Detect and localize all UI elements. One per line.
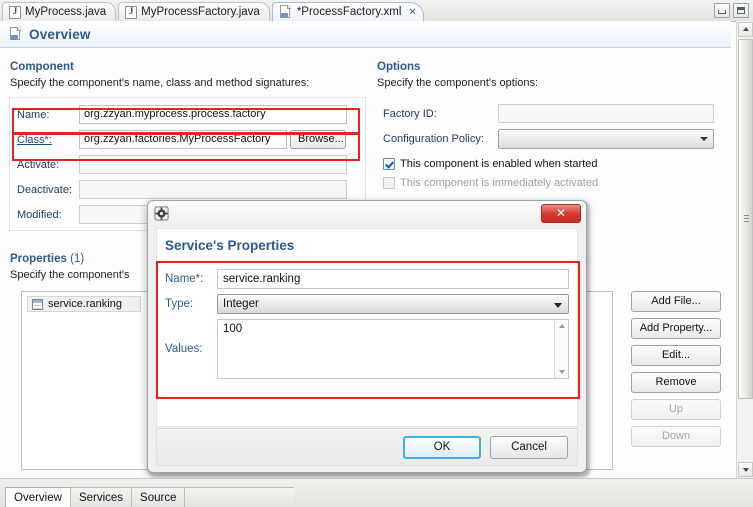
checkbox-enabled-when-started[interactable]: This component is enabled when started bbox=[383, 156, 714, 172]
dialog-values-row: Values: 100 bbox=[165, 319, 569, 379]
editor-tab-strip: MyProcess.java MyProcessFactory.java *Pr… bbox=[0, 0, 753, 22]
checkbox-icon bbox=[383, 177, 395, 189]
scrollbar-thumb[interactable] bbox=[738, 39, 753, 399]
configuration-policy-row: Configuration Policy: bbox=[383, 128, 714, 149]
component-name-input[interactable]: org.zzyan.myprocess.process.factory bbox=[79, 105, 347, 124]
window-controls bbox=[714, 3, 749, 18]
editor-tab-myprocess-java[interactable]: MyProcess.java bbox=[2, 2, 117, 21]
component-deactivate-row: Deactivate: bbox=[17, 179, 358, 200]
properties-buttons: Add File... Add Property... Edit... Remo… bbox=[631, 291, 721, 447]
property-icon bbox=[32, 298, 43, 310]
scroll-up-icon[interactable] bbox=[738, 22, 753, 37]
dialog-type-select[interactable]: Integer bbox=[217, 294, 569, 314]
component-activate-input[interactable] bbox=[79, 155, 347, 174]
move-down-button[interactable]: Down bbox=[631, 426, 721, 447]
java-file-icon bbox=[9, 5, 21, 19]
tab-overview[interactable]: Overview bbox=[5, 487, 71, 507]
vertical-scrollbar[interactable] bbox=[736, 21, 753, 478]
editor-tabs: MyProcess.java MyProcessFactory.java *Pr… bbox=[2, 0, 426, 21]
configuration-policy-label: Configuration Policy: bbox=[383, 132, 484, 145]
chevron-down-icon bbox=[700, 136, 708, 141]
form-header: Overview bbox=[0, 21, 731, 48]
checkbox-immediately-activated[interactable]: This component is immediately activated bbox=[383, 175, 714, 191]
maximize-icon[interactable] bbox=[733, 3, 749, 18]
eclipse-editor-window: MyProcess.java MyProcessFactory.java *Pr… bbox=[0, 0, 753, 507]
options-section-title: Options bbox=[377, 61, 421, 73]
component-name-label: Name: bbox=[17, 108, 50, 121]
checkbox-label: This component is immediately activated bbox=[400, 177, 599, 189]
ok-button[interactable]: OK bbox=[403, 435, 481, 459]
dialog-close-button[interactable]: ✕ bbox=[541, 204, 581, 223]
editor-tab-label: MyProcess.java bbox=[25, 6, 107, 18]
close-icon[interactable]: ✕ bbox=[408, 7, 416, 18]
dialog-name-row: Name*: service.ranking bbox=[165, 269, 569, 289]
component-activate-label: Activate: bbox=[17, 158, 60, 171]
dialog-type-value: Integer bbox=[223, 298, 259, 310]
xml-file-icon bbox=[279, 5, 293, 19]
minimize-icon[interactable] bbox=[714, 3, 730, 18]
service-properties-dialog: ✕ Service's Properties Name*: service.ra… bbox=[147, 200, 587, 473]
edit-button[interactable]: Edit... bbox=[631, 345, 721, 366]
add-property-button[interactable]: Add Property... bbox=[631, 318, 721, 339]
dialog-values-text: 100 bbox=[223, 323, 243, 335]
component-modified-label: Modified: bbox=[17, 208, 62, 221]
component-deactivate-label: Deactivate: bbox=[17, 183, 73, 196]
component-class-row: Class*: org.zzyan.factories.MyProcessFac… bbox=[17, 129, 358, 150]
cancel-button[interactable]: Cancel bbox=[490, 435, 568, 459]
component-deactivate-input[interactable] bbox=[79, 180, 347, 199]
factory-id-label: Factory ID: bbox=[383, 107, 437, 120]
page-tab-strip: Overview Services Source bbox=[0, 478, 753, 507]
options-section-description: Specify the component's options: bbox=[377, 77, 539, 89]
scroll-down-icon[interactable] bbox=[558, 370, 565, 374]
list-item[interactable]: service.ranking bbox=[27, 296, 141, 312]
dialog-type-row: Type: Integer bbox=[165, 294, 569, 314]
dialog-body: Name*: service.ranking Type: Integer Val… bbox=[156, 262, 578, 398]
component-class-label[interactable]: Class*: bbox=[17, 134, 79, 146]
chevron-down-icon bbox=[554, 303, 562, 308]
dialog-name-input[interactable]: service.ranking bbox=[217, 269, 569, 289]
component-section-title: Component bbox=[10, 61, 74, 73]
dialog-title-bar: ✕ bbox=[148, 201, 586, 227]
options-section: Options Specify the component's options:… bbox=[376, 61, 721, 200]
editor-tab-label: MyProcessFactory.java bbox=[141, 6, 260, 18]
dialog-values-label: Values: bbox=[165, 343, 203, 355]
scroll-down-icon[interactable] bbox=[738, 462, 753, 477]
add-file-button[interactable]: Add File... bbox=[631, 291, 721, 312]
dialog-heading-area: Service's Properties bbox=[156, 228, 578, 262]
browse-button[interactable]: Browse... bbox=[290, 130, 346, 149]
overview-page-icon bbox=[9, 27, 23, 41]
list-item-label: service.ranking bbox=[48, 298, 122, 310]
editor-tab-label: *ProcessFactory.xml bbox=[296, 6, 402, 18]
gear-icon bbox=[154, 206, 169, 221]
dialog-type-label: Type: bbox=[165, 298, 194, 310]
dialog-name-label: Name*: bbox=[165, 273, 204, 285]
values-scrollbar[interactable] bbox=[554, 320, 568, 378]
dialog-heading: Service's Properties bbox=[165, 238, 295, 253]
close-icon: ✕ bbox=[555, 206, 567, 220]
factory-id-row: Factory ID: bbox=[383, 103, 714, 124]
dialog-spacer bbox=[156, 398, 578, 427]
move-up-button[interactable]: Up bbox=[631, 399, 721, 420]
factory-id-input[interactable] bbox=[498, 104, 714, 123]
dialog-values-textarea[interactable]: 100 bbox=[217, 319, 569, 379]
tab-strip-filler bbox=[184, 487, 295, 507]
component-section-description: Specify the component's name, class and … bbox=[10, 77, 310, 89]
scroll-up-icon[interactable] bbox=[558, 324, 565, 328]
component-activate-row: Activate: bbox=[17, 154, 358, 175]
tab-services[interactable]: Services bbox=[69, 487, 133, 507]
properties-count: (1) bbox=[70, 253, 85, 265]
component-name-row: Name: org.zzyan.myprocess.process.factor… bbox=[17, 104, 358, 125]
page-title: Overview bbox=[29, 26, 91, 42]
checkbox-icon bbox=[383, 158, 395, 170]
editor-tab-processfactory-xml[interactable]: *ProcessFactory.xml ✕ bbox=[271, 2, 424, 21]
properties-title-text: Properties bbox=[10, 253, 67, 265]
java-file-icon bbox=[125, 5, 138, 19]
checkbox-label: This component is enabled when started bbox=[400, 158, 598, 170]
editor-tab-myprocessfactory-java[interactable]: MyProcessFactory.java bbox=[118, 2, 270, 21]
dialog-footer: OK Cancel bbox=[156, 428, 578, 466]
configuration-policy-select[interactable] bbox=[498, 128, 714, 149]
remove-button[interactable]: Remove bbox=[631, 372, 721, 393]
component-class-input[interactable]: org.zzyan.factories.MyProcessFactory bbox=[79, 130, 287, 149]
tab-source[interactable]: Source bbox=[131, 487, 186, 507]
